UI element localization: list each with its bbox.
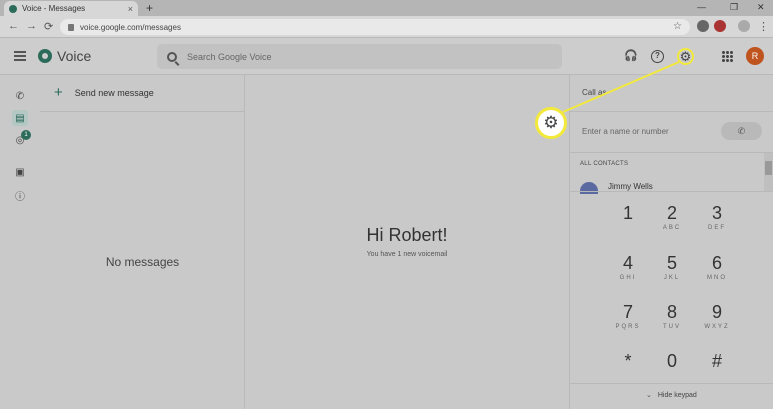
callout-pointer-line bbox=[562, 61, 680, 113]
settings-gear-highlight-ring bbox=[677, 48, 694, 65]
settings-gear-callout-icon: ⚙ bbox=[535, 107, 567, 139]
